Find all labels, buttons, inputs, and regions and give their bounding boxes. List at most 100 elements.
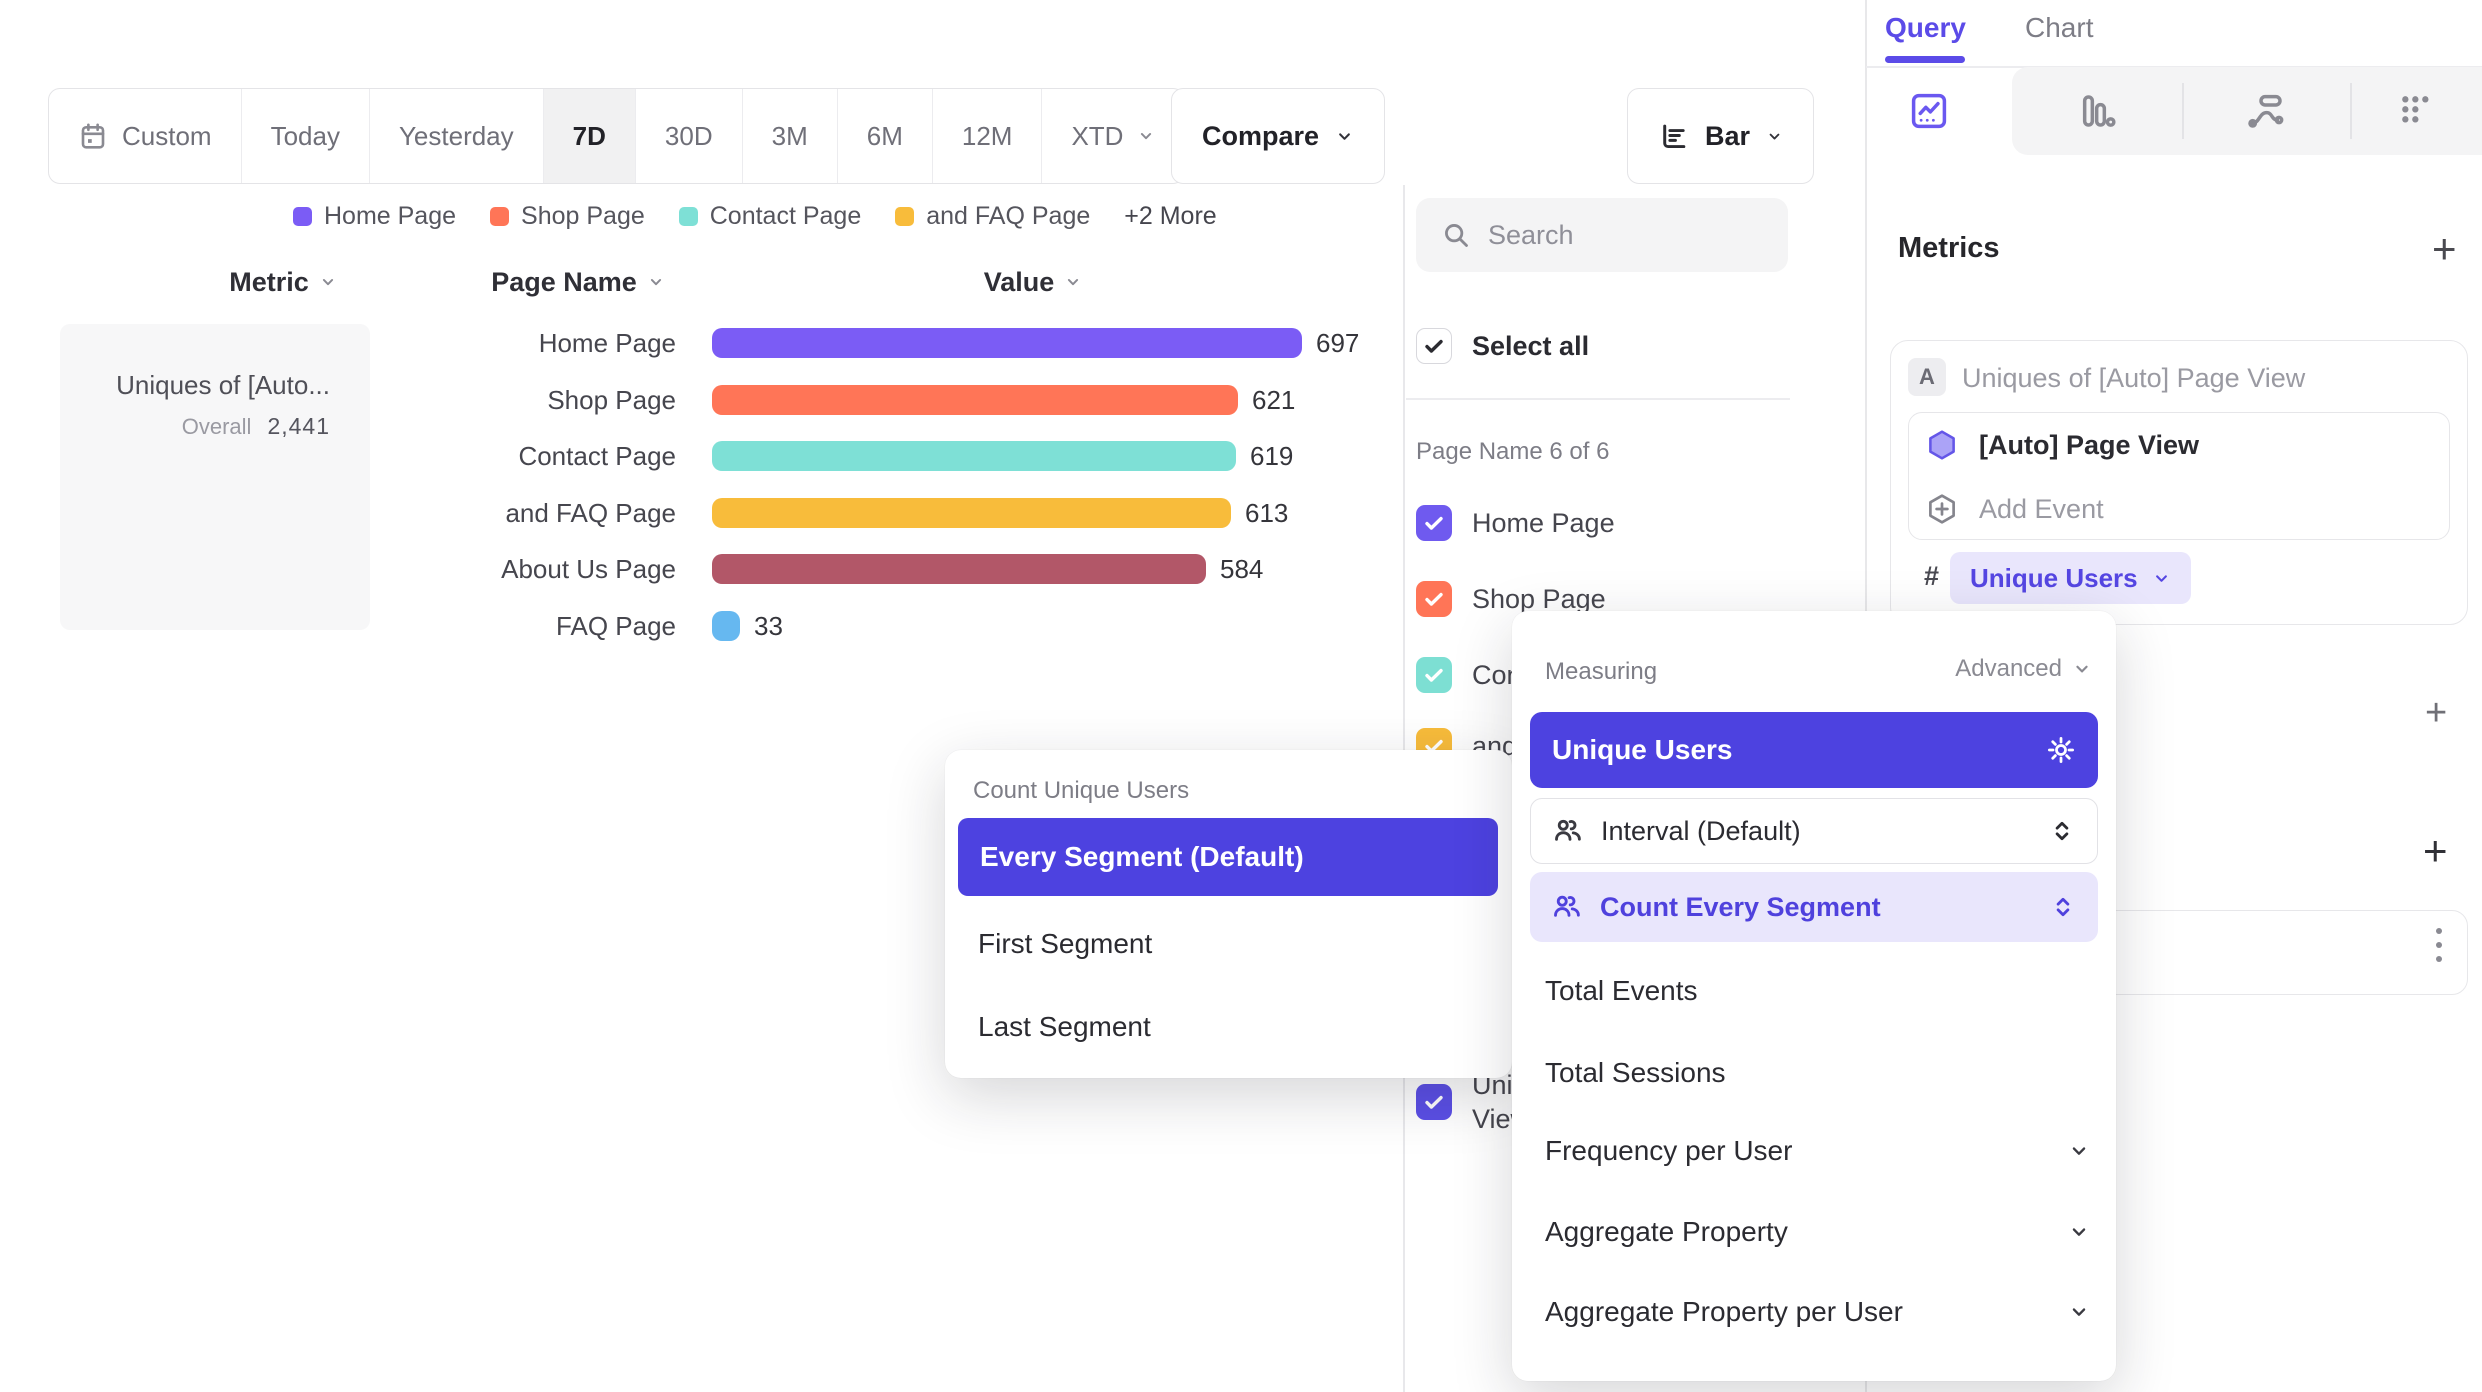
segment-checkbox[interactable] — [1416, 505, 1452, 541]
segment-search-input[interactable]: Search — [1416, 198, 1788, 272]
option-label: First Segment — [978, 928, 1152, 960]
date-range-12m[interactable]: 12M — [932, 89, 1042, 183]
measure-dropdown[interactable]: Unique Users — [1950, 552, 2191, 604]
legend-item[interactable]: and FAQ Page — [895, 202, 1090, 231]
segment-checkbox[interactable] — [1416, 657, 1452, 693]
option-last-segment[interactable]: Last Segment — [978, 999, 1151, 1055]
chevron-down-icon — [2152, 569, 2171, 588]
chart-type-label: Bar — [1705, 121, 1750, 152]
bar[interactable] — [712, 498, 1231, 528]
bar-value-label: 33 — [754, 611, 783, 642]
date-range-xtd[interactable]: XTD — [1041, 89, 1184, 183]
measure-aggregate-property-per-user[interactable]: Aggregate Property per User — [1512, 1284, 2116, 1340]
measure-total-events[interactable]: Total Events — [1512, 963, 2116, 1019]
bar[interactable] — [712, 328, 1302, 358]
bar-value-label: 584 — [1220, 554, 1263, 585]
stepper-icon — [2049, 818, 2075, 844]
viz-tab-insights[interactable] — [1907, 89, 1951, 133]
metric-summary-card[interactable]: Uniques of [Auto... Overall 2,441 — [60, 324, 370, 630]
bar[interactable] — [712, 611, 740, 641]
segment-label: Shop Page — [1472, 584, 1606, 615]
metric-definition-title: Uniques of [Auto] Page View — [1962, 363, 2305, 394]
chart-row: Contact Page 619 — [456, 428, 1293, 484]
tab-query[interactable]: Query — [1885, 8, 1966, 48]
date-range-label: XTD — [1071, 121, 1123, 152]
chart-row: Home Page 697 — [456, 315, 1359, 371]
viz-tab-bar[interactable] — [2075, 89, 2119, 133]
option-every-segment[interactable]: Every Segment (Default) — [958, 818, 1498, 896]
viz-tab-flows[interactable] — [2244, 89, 2288, 133]
stepper-icon — [2050, 894, 2076, 920]
overall-label: Overall — [182, 414, 252, 440]
date-range-yesterday[interactable]: Yesterday — [369, 89, 543, 183]
flows-icon — [2246, 91, 2286, 131]
viz-tab-funnel[interactable] — [2394, 89, 2438, 133]
column-header-value[interactable]: Value — [920, 266, 1146, 298]
legend-item[interactable]: Home Page — [293, 202, 456, 231]
chart-row: Shop Page 621 — [456, 372, 1295, 428]
add-metric-button[interactable]: + — [2432, 228, 2457, 270]
date-range-group: Custom Today Yesterday 7D 30D 3M 6M 12M … — [48, 88, 1185, 184]
measure-option-label: Aggregate Property per User — [1545, 1296, 2068, 1328]
bar[interactable] — [712, 441, 1236, 471]
calendar-icon — [78, 121, 108, 151]
select-all-checkbox[interactable] — [1416, 328, 1452, 364]
date-range-today[interactable]: Today — [241, 89, 369, 183]
chevron-down-icon — [647, 273, 665, 291]
bar-category-label: and FAQ Page — [456, 498, 676, 529]
segment-row-home-page[interactable]: Home Page — [1416, 495, 1796, 551]
date-range-3m[interactable]: 3M — [742, 89, 837, 183]
date-range-label: Yesterday — [399, 121, 514, 152]
legend-item[interactable]: Shop Page — [490, 202, 645, 231]
number-type-symbol: # — [1924, 561, 1939, 592]
metric-badge-letter: A — [1919, 364, 1935, 390]
measure-total-sessions[interactable]: Total Sessions — [1512, 1045, 2116, 1101]
segment-checkbox[interactable] — [1416, 1084, 1452, 1120]
select-all-row[interactable]: Select all — [1416, 318, 1796, 374]
measure-unique-users[interactable]: Unique Users — [1530, 712, 2098, 788]
bar-category-label: Shop Page — [456, 385, 676, 416]
more-options-button[interactable] — [2436, 928, 2442, 962]
compare-button[interactable]: Compare — [1171, 88, 1385, 184]
date-range-label: Custom — [122, 121, 212, 152]
option-label: Every Segment (Default) — [980, 841, 1304, 873]
advanced-dropdown[interactable]: Advanced — [1955, 655, 2092, 683]
active-tab-underline — [1885, 56, 1965, 63]
date-range-custom[interactable]: Custom — [49, 89, 241, 183]
bar[interactable] — [712, 554, 1206, 584]
measure-frequency-per-user[interactable]: Frequency per User — [1512, 1123, 2116, 1179]
advanced-label: Advanced — [1955, 655, 2062, 683]
count-every-segment-selector[interactable]: Count Every Segment — [1530, 872, 2098, 942]
interval-selector[interactable]: Interval (Default) — [1530, 798, 2098, 864]
legend-swatch — [293, 207, 312, 226]
chevron-down-icon — [2068, 1221, 2090, 1243]
add-event-row[interactable]: Add Event — [1909, 477, 2449, 541]
legend-more-link[interactable]: +2 More — [1124, 202, 1216, 231]
tab-chart[interactable]: Chart — [2025, 8, 2093, 48]
insights-icon — [1908, 90, 1950, 132]
people-icon — [1553, 816, 1583, 846]
add-filter-button[interactable]: + — [2425, 694, 2447, 732]
measure-aggregate-property[interactable]: Aggregate Property — [1512, 1204, 2116, 1260]
date-range-6m[interactable]: 6M — [837, 89, 932, 183]
gear-icon[interactable] — [2046, 735, 2076, 765]
date-range-label: 7D — [573, 121, 606, 152]
event-row[interactable]: [Auto] Page View — [1909, 413, 2449, 477]
check-icon — [1422, 663, 1446, 687]
overall-value: 2,441 — [267, 413, 330, 440]
segment-checkbox[interactable] — [1416, 581, 1452, 617]
search-placeholder: Search — [1488, 220, 1574, 251]
bar-chart-icon — [2077, 91, 2117, 131]
column-header-metric[interactable]: Metric — [200, 266, 366, 298]
chevron-down-icon — [2072, 659, 2092, 679]
tab-label: Query — [1885, 12, 1966, 44]
metric-badge: A — [1908, 358, 1946, 396]
add-breakdown-button[interactable]: + — [2423, 830, 2448, 872]
legend-item[interactable]: Contact Page — [679, 202, 862, 231]
bar[interactable] — [712, 385, 1238, 415]
chart-type-select[interactable]: Bar — [1627, 88, 1814, 184]
column-header-page-name[interactable]: Page Name — [460, 266, 696, 298]
date-range-7d[interactable]: 7D — [543, 89, 635, 183]
date-range-30d[interactable]: 30D — [635, 89, 742, 183]
option-first-segment[interactable]: First Segment — [978, 916, 1152, 972]
